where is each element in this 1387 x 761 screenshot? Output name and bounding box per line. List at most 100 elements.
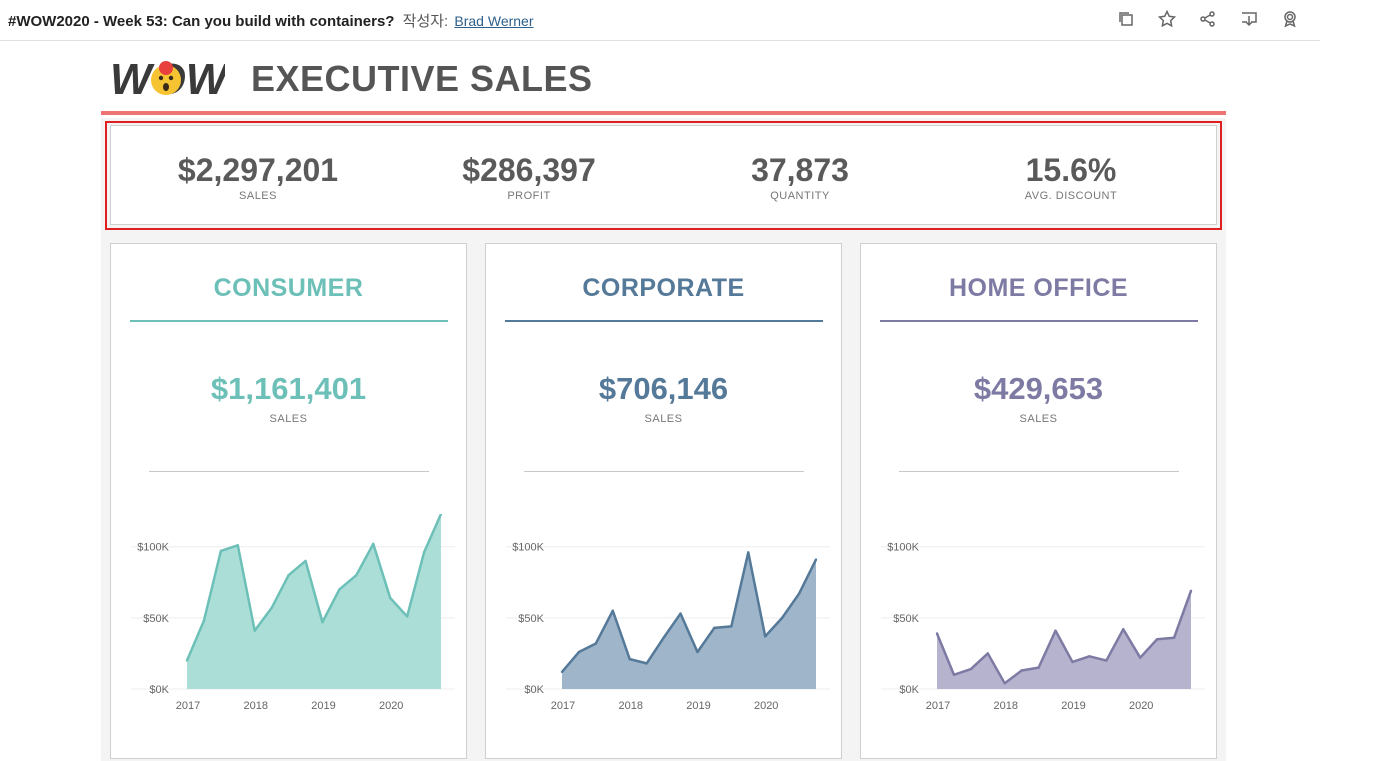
download-icon [1241,12,1257,27]
copy-button[interactable] [1105,8,1146,30]
header-divider [101,111,1226,115]
data-point [662,636,665,639]
y-tick-label: $0K [899,684,919,696]
data-point [1054,629,1057,632]
segment-title: CORPORATE [582,274,745,302]
x-tick-label: 2018 [993,700,1017,712]
download-button[interactable] [1228,8,1269,30]
data-point [713,626,716,630]
y-tick-label: $100K [137,542,169,554]
data-point [338,588,341,591]
data-point [372,542,375,546]
share-icon [1199,11,1215,27]
x-tick-label: 2020 [379,700,403,712]
badge-icon [1283,11,1296,28]
segment-title: HOME OFFICE [948,274,1129,302]
data-point [628,657,631,661]
data-point [1071,660,1074,664]
data-point [253,629,256,632]
viz-title: #WOW2020 - Week 53: Can you build with c… [8,13,395,30]
x-tick-label: 2020 [754,700,778,712]
kpi-avg-discount: 15.6% AVG. DISCOUNT [941,150,1201,202]
kpi-value: $286,397 [462,152,596,188]
y-tick-label: $100K [887,542,919,554]
data-point [1172,636,1176,639]
sales-trend-chart[interactable]: $0K $50K $100K 2017 2018 2019 2020 [496,514,836,744]
x-tick-label: 2017 [176,700,200,712]
viz-title-bar: #WOW2020 - Week 53: Can you build with c… [8,10,534,31]
y-tick-label: $50K [893,613,919,625]
sales-trend-chart[interactable]: $0K $50K $100K 2017 2018 2019 2020 [871,514,1211,744]
kpi-label: AVG. DISCOUNT [1024,190,1118,202]
x-tick-label: 2017 [551,700,575,712]
segment-sales-value: $706,146 [598,371,729,406]
segment-sales-label: SALES [644,413,683,425]
chart-divider [899,471,1179,472]
data-point [219,549,223,553]
data-point [594,642,598,645]
segment-card-consumer: CONSUMER $1,161,401 SALES $0K $50K $100K 20… [110,243,467,759]
segment-card-home-office: HOME OFFICE $429,653 SALES $0K $50K $100K 2… [860,243,1217,759]
x-tick-label: 2018 [243,700,267,712]
kpi-value: $2,297,201 [177,152,339,188]
favorite-button[interactable] [1146,8,1187,30]
y-tick-label: $0K [149,684,169,696]
kpi-value: 37,873 [751,152,849,188]
data-point [969,667,973,671]
data-point [202,619,206,622]
segment-sales-label: SALES [1019,413,1058,425]
chart-divider [149,471,429,472]
y-tick-label: $100K [512,542,544,554]
y-tick-label: $0K [524,684,544,696]
badge-button[interactable] [1269,8,1310,30]
data-point [645,662,648,665]
page-header: #WOW2020 - Week 53: Can you build with c… [0,0,1320,41]
data-point [236,544,239,547]
x-tick-label: 2018 [618,700,642,712]
data-point [1139,656,1142,659]
data-point [797,592,801,595]
wow-logo: WOW [110,56,225,100]
data-point [1020,669,1023,672]
sales-area [937,590,1191,689]
segment-sales-label: SALES [269,413,308,425]
data-point [405,615,409,618]
kpi-sales: $2,297,201 SALES [128,150,388,202]
segment-sales-value: $429,653 [973,371,1104,406]
x-tick-label: 2019 [1061,700,1085,712]
data-point [270,606,273,610]
dashboard-title: EXECUTIVE SALES [251,58,593,99]
kpi-label: QUANTITY [770,190,830,202]
kpi-value: 15.6% [1025,152,1117,188]
data-point [1003,682,1006,685]
data-point [679,612,682,615]
author-link[interactable]: Brad Werner [454,13,533,29]
data-point [355,573,358,577]
data-point [287,573,290,577]
sales-trend-chart[interactable]: $0K $50K $100K 2017 2018 2019 2020 [121,514,461,744]
segment-divider [505,320,823,322]
segment-card-corporate: CORPORATE $706,146 SALES $0K $50K $100K 201… [485,243,842,759]
data-point [935,632,939,635]
author-prefix: 작성자: [402,13,449,30]
segment-sales-value: $1,161,401 [210,371,367,406]
data-point [1088,655,1091,658]
share-button[interactable] [1187,8,1228,30]
data-point [1122,628,1125,631]
data-point [952,673,956,676]
data-point [814,558,818,561]
kpi-label: SALES [239,190,277,202]
data-point [577,650,581,654]
chart-divider [524,471,804,472]
segment-title: CONSUMER [213,274,364,302]
kpi-quantity: 37,873 QUANTITY [670,150,930,202]
data-point [1189,589,1193,593]
sales-area [187,514,441,689]
data-point [1105,659,1108,662]
y-tick-label: $50K [143,613,169,625]
data-point [422,551,426,554]
data-point [780,616,784,620]
data-point [747,551,750,554]
data-point [560,670,564,674]
segment-divider [130,320,448,322]
